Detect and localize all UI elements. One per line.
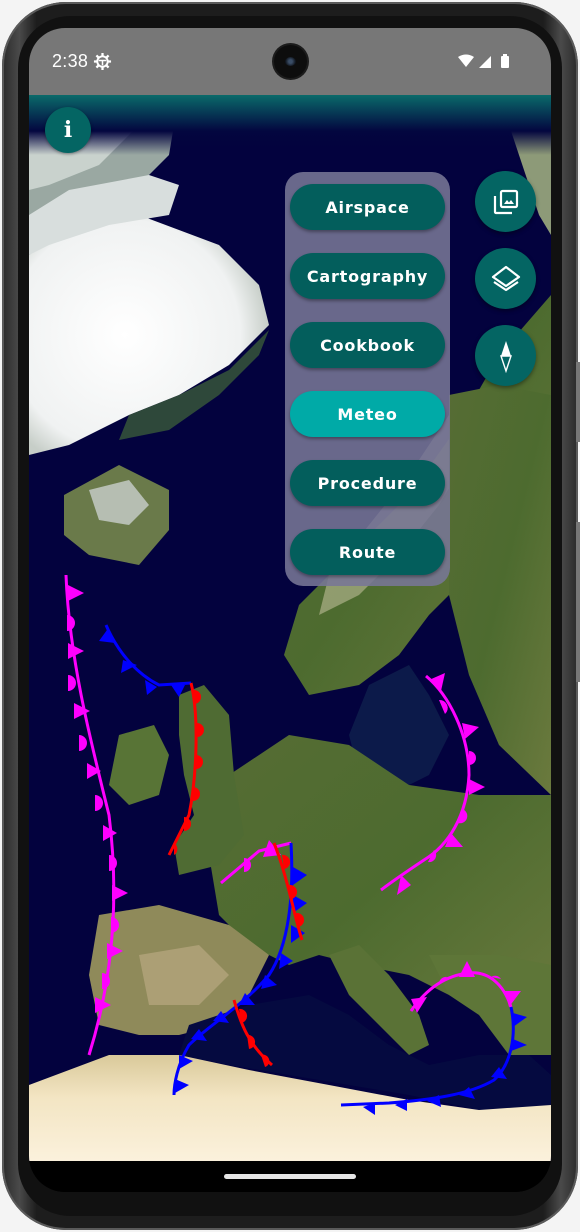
cold-front (340, 1006, 527, 1115)
map-view[interactable]: i Airspace Cartography Cookbook Meteo Pr… (29, 95, 551, 1161)
image-gallery-icon (493, 189, 518, 214)
layers-icon (491, 265, 520, 291)
menu-item-label: Airspace (325, 197, 410, 217)
power-button (576, 522, 580, 682)
front-camera (274, 45, 307, 78)
occluded-front (380, 673, 485, 895)
menu-item-label: Route (338, 542, 397, 562)
warm-front (167, 682, 204, 856)
layers-button[interactable] (475, 248, 536, 309)
menu-item-label: Cartography (306, 266, 429, 286)
menu-item-route[interactable]: Route (290, 529, 445, 575)
home-gesture-handle[interactable] (224, 1174, 356, 1179)
warm-front (232, 999, 273, 1067)
menu-item-cartography[interactable]: Cartography (290, 253, 445, 299)
battery-icon (501, 56, 509, 68)
status-time: 2:38 (52, 51, 89, 71)
system-status-icons (458, 54, 509, 68)
occluded-front (409, 961, 521, 1013)
compass-icon (499, 340, 512, 373)
menu-item-label: Cookbook (320, 335, 415, 355)
menu-item-label: Procedure (317, 473, 418, 493)
compass-button[interactable] (475, 325, 536, 386)
screen: 2:38 i Airspace Cartography Cookbook Met… (29, 28, 551, 1192)
menu-item-airspace[interactable]: Airspace (290, 184, 445, 230)
gesture-navigation-bar (29, 1161, 551, 1192)
cold-front (99, 624, 192, 697)
warm-front (272, 842, 305, 941)
volume-button (576, 362, 580, 442)
menu-item-cookbook[interactable]: Cookbook (290, 322, 445, 368)
gallery-button[interactable] (475, 171, 536, 232)
settings-gear-icon (93, 52, 112, 71)
layer-menu-panel: Airspace Cartography Cookbook Meteo Proc… (285, 172, 450, 586)
status-bar: 2:38 (29, 28, 551, 95)
menu-item-label: Meteo (337, 404, 398, 424)
info-icon: i (63, 117, 73, 143)
menu-item-meteo[interactable]: Meteo (290, 391, 445, 437)
cell-signal-icon (479, 56, 491, 68)
wifi-icon (458, 54, 474, 67)
menu-item-procedure[interactable]: Procedure (290, 460, 445, 506)
info-button[interactable]: i (45, 107, 91, 153)
